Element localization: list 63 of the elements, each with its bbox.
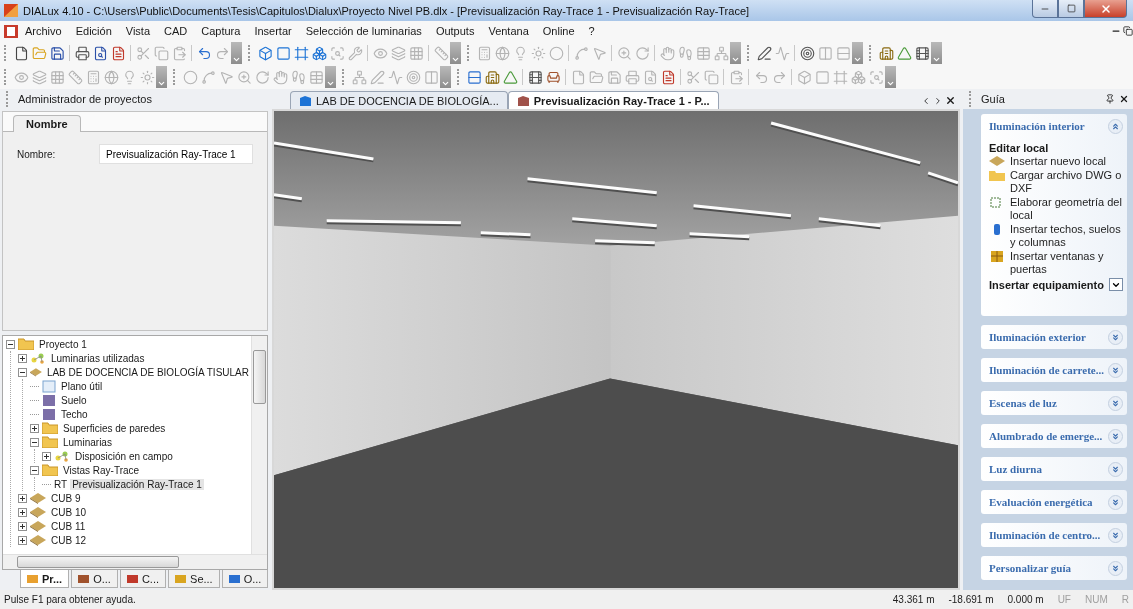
- key-indicator: NUM: [1085, 594, 1108, 605]
- section-title[interactable]: Alumbrado de emerge...: [989, 430, 1108, 442]
- tree-item[interactable]: Techo: [59, 408, 90, 420]
- section-title[interactable]: Evaluación energética: [989, 496, 1108, 508]
- section-title[interactable]: Luz diurna: [989, 463, 1108, 475]
- panel-title: Administrador de proyectos: [18, 93, 153, 105]
- tree-item[interactable]: CUB 10: [49, 506, 88, 518]
- document-tab[interactable]: LAB DE DOCENCIA DE BIOLOGÍA...: [290, 91, 508, 109]
- tree-item[interactable]: CUB 11: [49, 520, 88, 532]
- panel-tab[interactable]: O...: [221, 570, 269, 588]
- panel-tab[interactable]: C...: [119, 570, 167, 588]
- section-title[interactable]: Iluminación de carrete...: [989, 364, 1108, 376]
- coordinate-readout: 0.000 m: [1007, 594, 1044, 605]
- section-title[interactable]: Iluminación interior: [989, 120, 1108, 132]
- field-label: Nombre:: [17, 148, 57, 160]
- window-title: DIALux 4.10 - C:\Users\Public\Documents\Tesis\Capitulos\Dialux\Proyecto Nivel PB.dlx - [Previsualización Ray-Trace 1 - Previsualización Ray-Trace]: [23, 4, 751, 17]
- key-indicator: R: [1121, 594, 1129, 605]
- panel-title: Guía: [981, 93, 1006, 105]
- status-message: Pulse F1 para obtener ayuda.: [4, 594, 137, 605]
- section-title[interactable]: Iluminación exterior: [989, 331, 1108, 343]
- tree-item[interactable]: Disposición en campo: [73, 450, 175, 462]
- panel-tab[interactable]: Se...: [168, 570, 220, 588]
- tree-item[interactable]: CUB 9: [49, 492, 83, 504]
- tree-item[interactable]: Plano útil: [59, 380, 105, 392]
- guide-link[interactable]: Elaborar geometría del local: [1010, 196, 1123, 222]
- menu-item[interactable]: Insertar: [247, 25, 299, 37]
- tree-item[interactable]: Proyecto 1: [37, 338, 89, 350]
- menu-item[interactable]: Archivo: [18, 25, 69, 37]
- group-heading: Editar local: [989, 142, 1050, 154]
- tree-item[interactable]: Superficies de paredes: [61, 422, 168, 434]
- menu-item[interactable]: Outputs: [428, 25, 482, 37]
- tree-item[interactable]: Vistas Ray-Trace: [61, 464, 142, 476]
- group-heading: Insertar equipamiento: [989, 278, 1105, 291]
- section-title[interactable]: Iluminación de centro...: [989, 529, 1108, 541]
- panel-tab[interactable]: Pr...: [20, 570, 70, 588]
- coordinate-readout: -18.691 m: [948, 594, 994, 605]
- panel-tab[interactable]: O...: [71, 570, 118, 588]
- menu-item[interactable]: Online: [535, 25, 582, 37]
- guide-link[interactable]: Insertar nuevo local: [1010, 155, 1106, 168]
- section-title[interactable]: Escenas de luz: [989, 397, 1108, 409]
- tree-item[interactable]: Previsualización Ray-Trace 1: [70, 478, 204, 490]
- key-indicator: UF: [1057, 594, 1071, 605]
- raytrace-label: RT: [54, 478, 68, 490]
- coordinate-readout: 43.361 m: [892, 594, 935, 605]
- menu-item[interactable]: Selección de luminarias: [298, 25, 429, 37]
- tree-item[interactable]: LAB DE DOCENCIA DE BIOLOGÍA TISULAR: [44, 366, 251, 378]
- guide-link[interactable]: Insertar techos, suelos y columnas: [1010, 223, 1123, 249]
- tree-item[interactable]: Suelo: [59, 394, 89, 406]
- guide-link[interactable]: Cargar archivo DWG o DXF: [1010, 169, 1123, 195]
- tree-item[interactable]: Luminarias utilizadas: [49, 352, 147, 364]
- menu-item[interactable]: Vista: [118, 25, 158, 37]
- menu-item[interactable]: CAD: [157, 25, 195, 37]
- guide-link[interactable]: Insertar ventanas y puertas: [1010, 250, 1123, 276]
- document-tab[interactable]: Previsualización Ray-Trace 1 - P...: [507, 91, 719, 109]
- tree-item[interactable]: Luminarias: [61, 436, 114, 448]
- section-title[interactable]: Personalizar guía: [989, 562, 1108, 574]
- menu-item[interactable]: Edición: [68, 25, 119, 37]
- menu-item[interactable]: Captura: [194, 25, 248, 37]
- menu-item[interactable]: Ventana: [481, 25, 536, 37]
- tree-item[interactable]: CUB 12: [49, 534, 88, 546]
- menu-item[interactable]: ?: [581, 25, 602, 37]
- properties-tab[interactable]: Nombre: [13, 115, 81, 132]
- name-input-field[interactable]: Previsualización Ray-Trace 1: [99, 144, 253, 164]
